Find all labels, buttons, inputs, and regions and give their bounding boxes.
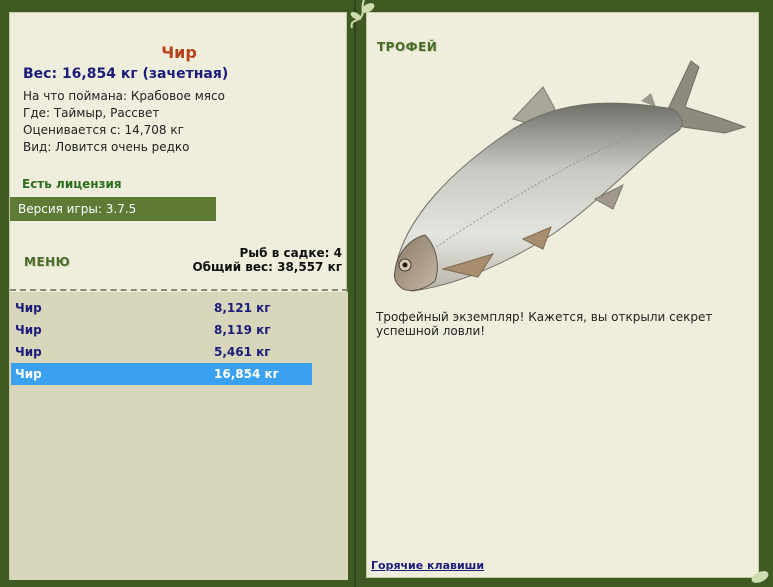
fish-weight: Вес: 16,854 кг (зачетная) bbox=[23, 66, 229, 82]
list-item-weight: 5,461 кг bbox=[214, 345, 271, 359]
list-item-name: Чир bbox=[15, 345, 42, 359]
fish-bait: На что поймана: Крабовое мясо bbox=[23, 89, 225, 103]
trophy-message: Трофейный экземпляр! Кажется, вы открыли… bbox=[376, 310, 713, 338]
cage-total-weight: Общий вес: 38,557 кг bbox=[192, 260, 342, 274]
list-item[interactable]: Чир 8,119 кг bbox=[11, 319, 312, 341]
vine-decoration-icon bbox=[751, 571, 769, 583]
fish-value-threshold: Оценивается с: 14,708 кг bbox=[23, 123, 184, 137]
fish-details-panel: Чир Вес: 16,854 кг (зачетная) На что пой… bbox=[9, 12, 348, 580]
cage-count: Рыб в садке: 4 bbox=[239, 246, 343, 260]
fish-rarity: Вид: Ловится очень редко bbox=[23, 140, 190, 154]
license-status: Есть лицензия bbox=[22, 177, 122, 191]
fish-whitefish-image bbox=[394, 60, 747, 292]
vine-decoration-icon bbox=[350, 0, 375, 29]
list-item-selected[interactable]: Чир 16,854 кг bbox=[11, 363, 312, 385]
list-item-name: Чир bbox=[15, 367, 42, 381]
divider bbox=[10, 289, 348, 291]
list-item-weight: 16,854 кг bbox=[214, 367, 279, 381]
list-item[interactable]: Чир 8,121 кг bbox=[11, 297, 312, 319]
hotkeys-link[interactable]: Горячие клавиши bbox=[371, 559, 484, 572]
list-item-weight: 8,121 кг bbox=[214, 301, 271, 315]
trophy-panel: ТРОФЕЙ Трофейный экземпляр! Кажется, вы … bbox=[366, 12, 759, 578]
cage-stats: Рыб в садке: 4 Общий вес: 38,557 кг bbox=[192, 246, 342, 274]
menu-button[interactable]: МЕНЮ bbox=[24, 255, 70, 269]
right-panel-frame: ТРОФЕЙ Трофейный экземпляр! Кажется, вы … bbox=[356, 0, 773, 587]
list-item-name: Чир bbox=[15, 323, 42, 337]
fish-list: Чир 8,121 кг Чир 8,119 кг Чир 5,461 кг Ч… bbox=[10, 292, 348, 580]
fish-title: Чир bbox=[161, 43, 197, 62]
list-item-name: Чир bbox=[15, 301, 42, 315]
list-item-weight: 8,119 кг bbox=[214, 323, 271, 337]
left-panel-frame: Чир Вес: 16,854 кг (зачетная) На что пой… bbox=[0, 0, 356, 587]
list-item[interactable]: Чир 5,461 кг bbox=[11, 341, 312, 363]
fish-location: Где: Таймыр, Рассвет bbox=[23, 106, 160, 120]
version-bar: Версия игры: 3.7.5 bbox=[10, 197, 216, 221]
